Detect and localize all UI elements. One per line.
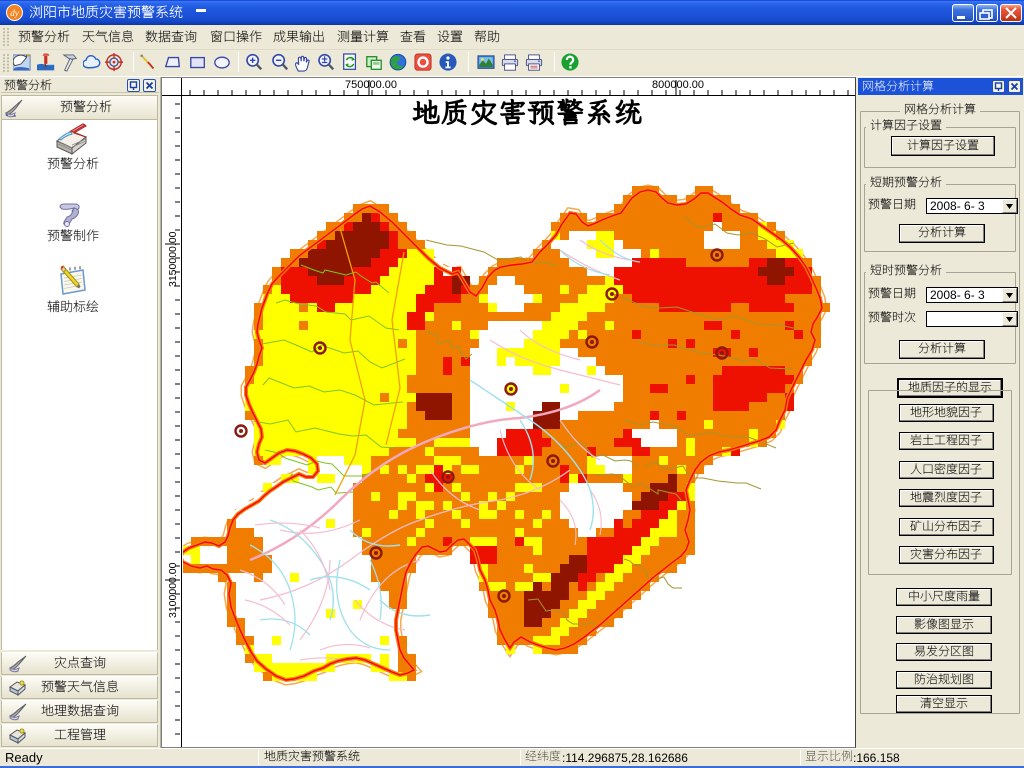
svg-text:dy: dy [10,8,19,18]
